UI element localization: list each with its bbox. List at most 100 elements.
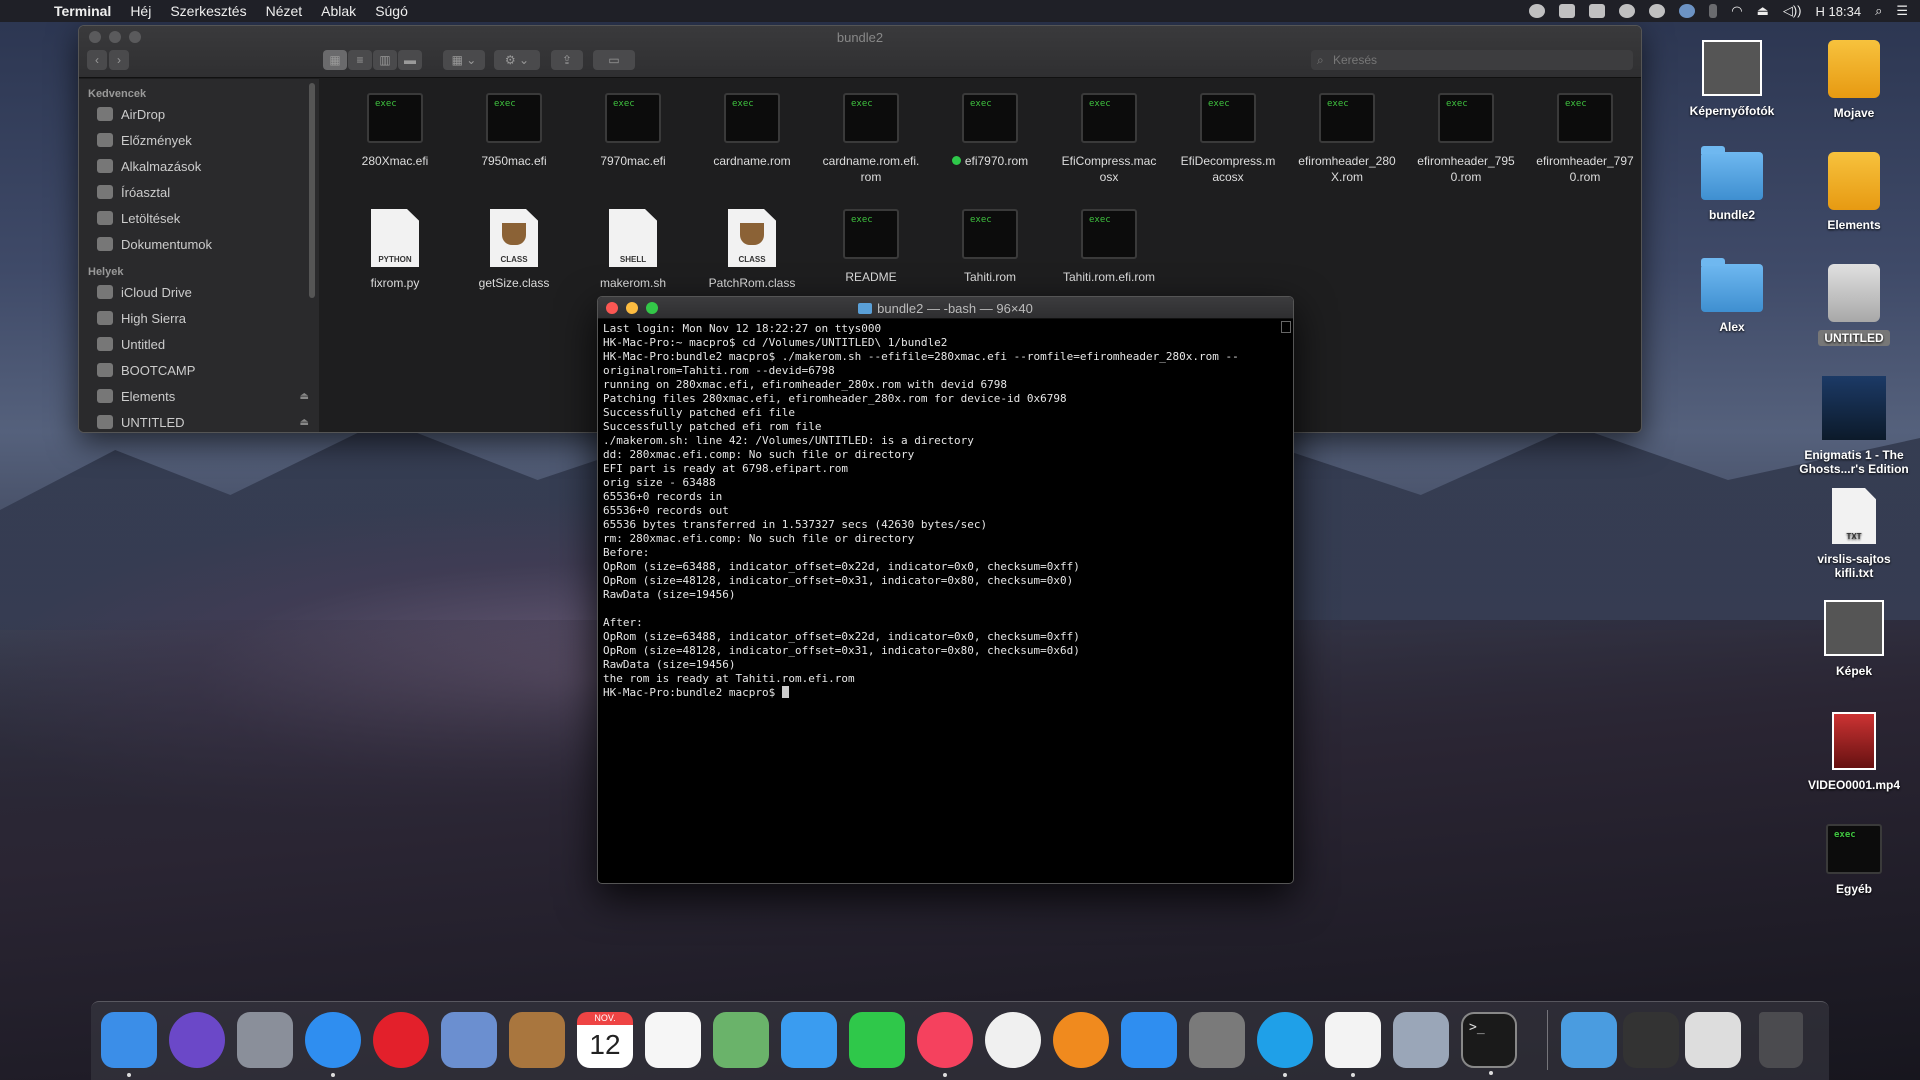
menu-item-hej[interactable]: Héj <box>130 3 151 19</box>
desktop-icon-item[interactable]: UNTITLED <box>1799 264 1909 346</box>
ibooks-icon[interactable] <box>1053 1012 1109 1068</box>
system-preferences-icon[interactable] <box>1189 1012 1245 1068</box>
preview-icon[interactable] <box>1393 1012 1449 1068</box>
file-item[interactable]: exec cardname.rom.efi. rom <box>812 93 930 185</box>
textedit-icon[interactable] <box>1325 1012 1381 1077</box>
sidebar-item-untitled[interactable]: Untitled <box>79 331 319 357</box>
sidebar-item-bootcamp[interactable]: BOOTCAMP <box>79 357 319 383</box>
sidebar-item-airdrop[interactable]: AirDrop <box>79 101 319 127</box>
notification-icon[interactable] <box>1589 4 1606 18</box>
menu-item-help[interactable]: Súgó <box>375 3 408 19</box>
sidebar-item-untitled-2[interactable]: UNTITLED ⏏ <box>79 409 319 432</box>
downloads-stack-icon[interactable] <box>1561 1012 1617 1068</box>
sidebar-item-high-sierra[interactable]: High Sierra <box>79 305 319 331</box>
file-item[interactable]: exec efiromheader_280 X.rom <box>1288 93 1406 185</box>
messages-icon[interactable] <box>781 1012 837 1068</box>
desktop-icon-item[interactable]: Elements <box>1799 152 1909 232</box>
sidebar-item-downloads[interactable]: Letöltések <box>79 205 319 231</box>
desktop-icon-item[interactable]: Alex <box>1677 258 1787 334</box>
sync-icon[interactable] <box>1619 4 1636 18</box>
desktop-icon-item[interactable]: bundle2 <box>1677 146 1787 222</box>
forward-button[interactable]: › <box>109 50 129 70</box>
minimized-window-thumbnail[interactable] <box>1685 1012 1741 1068</box>
file-item[interactable]: exec EfiDecompress.m acosx <box>1169 93 1287 185</box>
eject-icon[interactable]: ⏏ <box>300 417 309 428</box>
photos-icon[interactable] <box>985 1012 1041 1068</box>
sidebar-item-documents[interactable]: Dokumentumok <box>79 231 319 257</box>
file-item[interactable]: exec efiromheader_797 0.rom <box>1526 93 1641 185</box>
desktop-icon-item[interactable]: Képek <box>1799 600 1909 678</box>
file-item[interactable]: exec 280Xmac.efi <box>336 93 454 169</box>
trash-icon[interactable] <box>1759 1012 1803 1068</box>
menu-item-window[interactable]: Ablak <box>321 3 356 19</box>
sidebar-item-applications[interactable]: Alkalmazások <box>79 153 319 179</box>
file-item[interactable]: CLASS PatchRom.class <box>693 209 811 291</box>
bluetooth-icon[interactable] <box>1709 4 1718 18</box>
desktop-icon-item[interactable]: exec Egyéb <box>1799 824 1909 896</box>
file-item[interactable]: SHELL makerom.sh <box>574 209 692 291</box>
skype-status-icon[interactable] <box>1649 4 1666 18</box>
sidebar-item-icloud[interactable]: iCloud Drive <box>79 279 319 305</box>
maps-icon[interactable] <box>713 1012 769 1068</box>
file-item[interactable]: exec efi7970.rom <box>931 93 1049 169</box>
launchpad-icon[interactable] <box>237 1012 293 1068</box>
column-view-button[interactable]: ▥ <box>373 50 397 70</box>
gallery-view-button[interactable]: ▬ <box>398 50 422 70</box>
file-item[interactable]: exec README <box>812 209 930 285</box>
file-item[interactable]: PYTHON fixrom.py <box>336 209 454 291</box>
siri-icon[interactable] <box>169 1012 225 1068</box>
app-store-icon[interactable] <box>1121 1012 1177 1068</box>
itunes-icon[interactable] <box>917 1012 973 1077</box>
safari-icon[interactable] <box>305 1012 361 1077</box>
mail-icon[interactable] <box>441 1012 497 1068</box>
menu-item-edit[interactable]: Szerkesztés <box>170 3 246 19</box>
list-view-button[interactable]: ≡ <box>348 50 372 70</box>
calendar-icon[interactable]: NOV. 12 <box>577 1012 633 1068</box>
eject-menu-icon[interactable]: ⏏ <box>1757 3 1769 19</box>
notification-center-icon[interactable]: ☰ <box>1896 3 1908 19</box>
file-item[interactable]: exec EfiCompress.mac osx <box>1050 93 1168 185</box>
desktop-icon-item[interactable]: Enigmatis 1 - The Ghosts...r's Edition <box>1799 376 1909 476</box>
sidebar-item-elements[interactable]: Elements ⏏ <box>79 383 319 409</box>
minimized-window-thumbnail[interactable] <box>1623 1012 1679 1068</box>
icon-view-button[interactable]: ▦ <box>323 50 347 70</box>
desktop-icon-item[interactable]: TXT virslis-sajtos kifli.txt <box>1799 488 1909 580</box>
file-item[interactable]: CLASS getSize.class <box>455 209 573 291</box>
sidebar-item-recents[interactable]: Előzmények <box>79 127 319 153</box>
tags-button[interactable]: ▭ <box>593 50 635 70</box>
skype-icon[interactable] <box>1257 1012 1313 1077</box>
menu-item-view[interactable]: Nézet <box>266 3 303 19</box>
reminders-icon[interactable] <box>645 1012 701 1068</box>
menu-app-name[interactable]: Terminal <box>54 3 111 19</box>
opera-icon[interactable] <box>373 1012 429 1068</box>
share-button[interactable]: ⇪ <box>551 50 583 70</box>
file-item[interactable]: exec efiromheader_795 0.rom <box>1407 93 1525 185</box>
desktop-icon-item[interactable]: VIDEO0001.mp4 <box>1799 712 1909 792</box>
wifi-icon[interactable]: ◠ <box>1731 3 1742 19</box>
clock[interactable]: H 18:34 <box>1816 4 1862 19</box>
action-gear-button[interactable]: ⚙ ⌄ <box>494 50 540 70</box>
file-item[interactable]: exec 7970mac.efi <box>574 93 692 169</box>
contacts-icon[interactable] <box>509 1012 565 1068</box>
volume-icon[interactable]: ◁)) <box>1783 3 1802 19</box>
file-item[interactable]: exec Tahiti.rom <box>931 209 1049 285</box>
finder-icon[interactable] <box>101 1012 157 1077</box>
desktop-icon-item[interactable]: Mojave <box>1799 40 1909 120</box>
file-item[interactable]: exec 7950mac.efi <box>455 93 573 169</box>
sidebar-item-desktop[interactable]: Íróasztal <box>79 179 319 205</box>
back-button[interactable]: ‹ <box>87 50 107 70</box>
terminal-output[interactable]: Last login: Mon Nov 12 18:22:27 on ttys0… <box>598 319 1293 703</box>
terminal-icon[interactable]: >_ <box>1461 1012 1517 1075</box>
search-input[interactable]: ⌕ Keresés <box>1311 50 1633 70</box>
file-item[interactable]: exec Tahiti.rom.efi.rom <box>1050 209 1168 285</box>
creative-cloud-icon[interactable] <box>1529 4 1546 18</box>
facetime-icon[interactable] <box>849 1012 905 1068</box>
sidebar-scrollbar[interactable] <box>309 83 315 298</box>
eject-icon[interactable]: ⏏ <box>300 391 309 402</box>
desktop-icon-item[interactable]: Képernyőfotók <box>1677 40 1787 118</box>
file-item[interactable]: exec cardname.rom <box>693 93 811 169</box>
hand-icon[interactable] <box>1559 4 1576 18</box>
user-avatar-icon[interactable] <box>1679 4 1696 18</box>
terminal-scroll-indicator[interactable] <box>1281 321 1291 333</box>
spotlight-icon[interactable]: ⌕ <box>1875 3 1882 19</box>
